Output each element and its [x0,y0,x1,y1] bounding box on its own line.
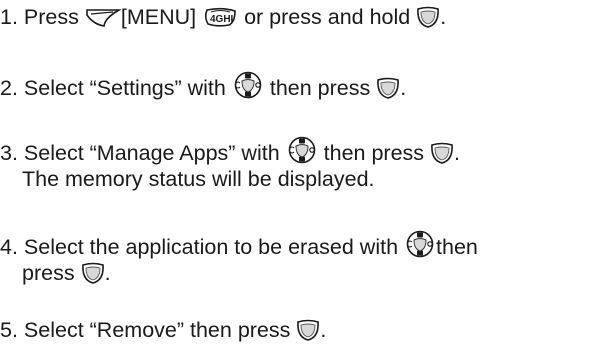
step-2: 2. Select “Settings” with then press . [0,71,406,103]
step-text: Select the application to be erased with [23,235,399,259]
step-end: . [440,5,447,29]
step-5: 5. Select “Remove” then press . [0,316,326,345]
step-note-text: The memory status will be displayed. [22,167,375,191]
step-end: . [400,76,407,100]
ok-center-key-icon [376,77,400,99]
ok-center-key-icon [430,142,454,164]
step-4-continued: press . [0,259,111,288]
step-3: 3. Select “Manage Apps” with then press … [0,136,460,168]
step-end: . [320,318,327,342]
step-text-continued: then press [269,76,371,100]
instruction-list: 1. Press [MENU] 4GHI or press and hold .… [0,0,606,347]
step-end: . [454,141,461,165]
step-number: 3. [0,141,18,165]
step-number: 4. [0,235,18,259]
step-number: 1. [0,5,18,29]
left-soft-key-icon [85,6,121,28]
step-3-note: The memory status will be displayed. [0,165,375,194]
ok-center-key-icon [416,6,440,28]
step-text-continued: or press and hold [244,5,411,29]
step-text: press [22,261,75,285]
step-4: 4. Select the application to be erased w… [0,230,478,262]
four-ghi-key-icon: 4GHI [202,6,238,28]
menu-key-label: [MENU] [120,5,197,29]
step-text-continued: then [436,235,478,259]
step-1: 1. Press [MENU] 4GHI or press and hold . [0,3,446,32]
step-text: Select “Settings” with [23,76,226,100]
navigation-key-icon [404,230,436,258]
step-text-continued: then press [323,141,425,165]
step-number: 2. [0,76,18,100]
step-text: Select “Manage Apps” with [23,141,280,165]
navigation-key-icon [286,136,318,164]
navigation-key-icon [232,71,264,99]
step-text: Press [23,5,79,29]
ok-center-key-icon [296,319,320,341]
step-number: 5. [0,318,18,342]
four-key-label: 4GHI [210,14,234,25]
step-text: Select “Remove” then press [23,318,291,342]
ok-center-key-icon [81,262,105,284]
step-end: . [104,261,111,285]
